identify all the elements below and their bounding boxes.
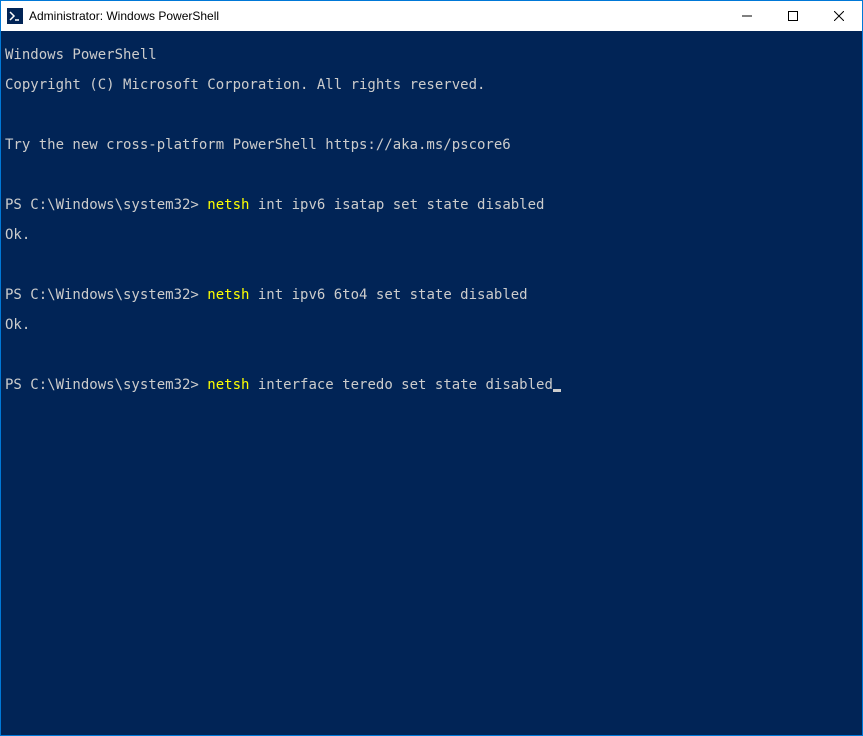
output-line: Ok. xyxy=(5,318,858,333)
powershell-window: Administrator: Windows PowerShell Window… xyxy=(0,0,863,736)
command-line: PS C:\Windows\system32> netsh int ipv6 i… xyxy=(5,198,858,213)
command-line: PS C:\Windows\system32> netsh int ipv6 6… xyxy=(5,288,858,303)
command-args: interface teredo set state disabled xyxy=(249,377,552,393)
window-controls xyxy=(724,1,862,31)
terminal-area[interactable]: Windows PowerShell Copyright (C) Microso… xyxy=(1,31,862,735)
command-keyword: netsh xyxy=(207,377,249,393)
powershell-icon xyxy=(7,8,23,24)
close-icon xyxy=(834,11,844,21)
command-args: int ipv6 isatap set state disabled xyxy=(249,197,544,213)
prompt: PS C:\Windows\system32> xyxy=(5,377,207,393)
prompt: PS C:\Windows\system32> xyxy=(5,287,207,303)
close-button[interactable] xyxy=(816,1,862,31)
cursor xyxy=(553,389,561,392)
banner-line: Copyright (C) Microsoft Corporation. All… xyxy=(5,78,858,93)
command-line: PS C:\Windows\system32> netsh interface … xyxy=(5,378,858,393)
maximize-icon xyxy=(788,11,798,21)
window-title: Administrator: Windows PowerShell xyxy=(29,9,219,23)
command-keyword: netsh xyxy=(207,287,249,303)
banner-line: Try the new cross-platform PowerShell ht… xyxy=(5,138,858,153)
command-args: int ipv6 6to4 set state disabled xyxy=(249,287,527,303)
maximize-button[interactable] xyxy=(770,1,816,31)
prompt: PS C:\Windows\system32> xyxy=(5,197,207,213)
command-keyword: netsh xyxy=(207,197,249,213)
blank-line xyxy=(5,258,858,273)
output-line: Ok. xyxy=(5,228,858,243)
minimize-icon xyxy=(742,11,752,21)
blank-line xyxy=(5,108,858,123)
banner-line: Windows PowerShell xyxy=(5,48,858,63)
blank-line xyxy=(5,168,858,183)
titlebar[interactable]: Administrator: Windows PowerShell xyxy=(1,1,862,31)
minimize-button[interactable] xyxy=(724,1,770,31)
blank-line xyxy=(5,348,858,363)
